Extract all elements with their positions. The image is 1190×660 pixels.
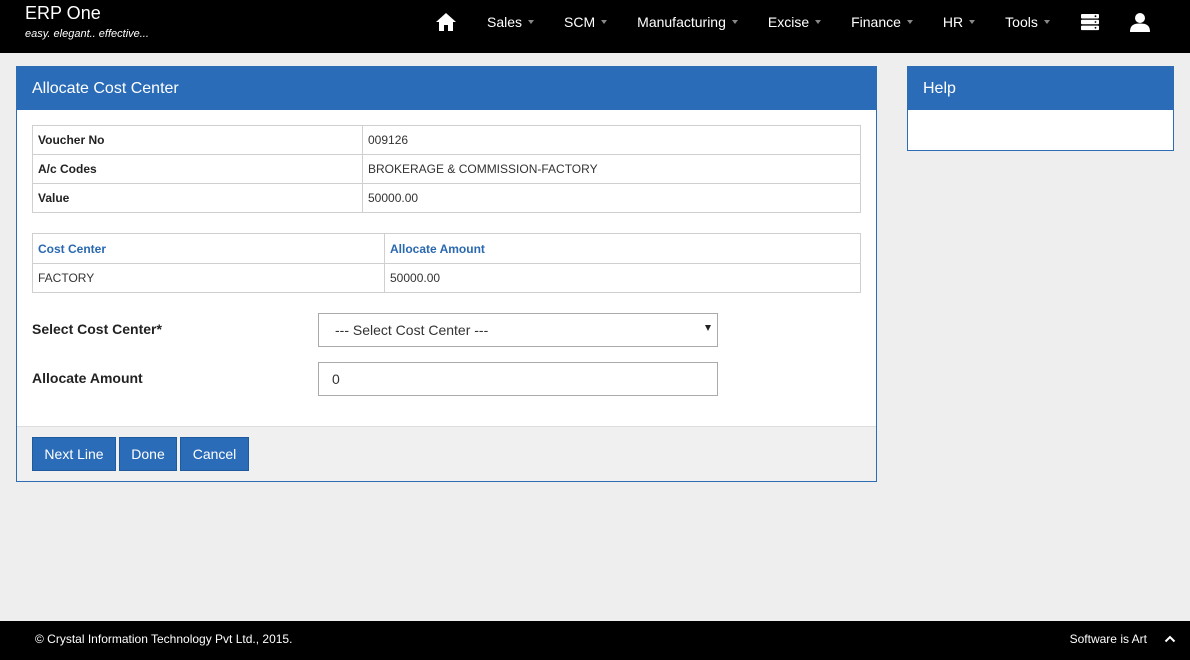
nav-scm[interactable]: SCM — [549, 0, 622, 44]
scroll-top-icon[interactable] — [1164, 633, 1176, 647]
panel-title: Allocate Cost Center — [17, 67, 876, 110]
nav-sales[interactable]: Sales — [472, 0, 549, 44]
brand-tagline: easy. elegant.. effective... — [25, 28, 149, 40]
caret-down-icon — [969, 20, 976, 24]
table-row: FACTORY 50000.00 — [32, 263, 861, 293]
table-row: Voucher No 009126 — [32, 125, 861, 155]
server-icon[interactable] — [1065, 0, 1115, 44]
main-nav: Sales SCM Manufacturing Excise Finance H… — [420, 0, 1165, 44]
home-icon[interactable] — [420, 0, 472, 44]
nav-tools-label: Tools — [1005, 14, 1038, 30]
motto-text: Software is Art — [1069, 632, 1147, 646]
nav-tools[interactable]: Tools — [990, 0, 1065, 44]
table-header-row: Cost Center Allocate Amount — [32, 233, 861, 264]
cancel-button[interactable]: Cancel — [180, 437, 249, 471]
allocation-table: Cost Center Allocate Amount FACTORY 5000… — [32, 233, 861, 293]
caret-down-icon — [906, 20, 913, 24]
table-row: A/c Codes BROKERAGE & COMMISSION-FACTORY — [32, 154, 861, 184]
brand[interactable]: ERP One easy. elegant.. effective... — [25, 3, 149, 40]
caret-down-icon — [815, 20, 822, 24]
cost-center-cell: FACTORY — [32, 263, 385, 293]
column-header-allocate-amount: Allocate Amount — [384, 233, 861, 264]
table-row: Value 50000.00 — [32, 183, 861, 213]
nav-manufacturing-label: Manufacturing — [637, 14, 726, 30]
cost-center-select-value: --- Select Cost Center --- — [335, 322, 489, 338]
nav-hr[interactable]: HR — [928, 0, 990, 44]
nav-finance-label: Finance — [851, 14, 901, 30]
caret-down-icon — [528, 20, 535, 24]
done-button[interactable]: Done — [119, 437, 177, 471]
next-line-button[interactable]: Next Line — [32, 437, 116, 471]
nav-finance[interactable]: Finance — [836, 0, 928, 44]
dropdown-arrow-icon — [705, 325, 711, 331]
user-icon[interactable] — [1115, 0, 1165, 44]
nav-sales-label: Sales — [487, 14, 523, 30]
nav-excise-label: Excise — [767, 14, 810, 30]
voucher-info-table: Voucher No 009126 A/c Codes BROKERAGE & … — [32, 125, 861, 213]
help-title: Help — [908, 67, 1173, 110]
voucher-no-value: 009126 — [362, 125, 861, 155]
nav-scm-label: SCM — [564, 14, 596, 30]
brand-name[interactable]: ERP One — [25, 3, 149, 23]
allocate-cost-center-panel: Allocate Cost Center Voucher No 009126 A… — [16, 66, 877, 482]
column-header-cost-center: Cost Center — [32, 233, 385, 264]
copyright-text: © Crystal Information Technology Pvt Ltd… — [35, 632, 293, 646]
caret-down-icon — [731, 20, 738, 24]
ac-codes-label: A/c Codes — [32, 154, 363, 184]
page-footer: © Crystal Information Technology Pvt Ltd… — [0, 621, 1190, 660]
nav-hr-label: HR — [942, 14, 964, 30]
allocate-amount-input[interactable] — [318, 362, 718, 396]
help-panel: Help — [907, 66, 1174, 151]
allocate-amount-cell: 50000.00 — [384, 263, 861, 293]
cost-center-row: Select Cost Center* --- Select Cost Cent… — [32, 313, 861, 362]
nav-manufacturing[interactable]: Manufacturing — [622, 0, 753, 44]
panel-footer: Next Line Done Cancel — [17, 426, 876, 481]
top-navbar: ERP One easy. elegant.. effective... Sal… — [0, 0, 1190, 53]
ac-codes-value: BROKERAGE & COMMISSION-FACTORY — [362, 154, 861, 184]
cost-center-label: Select Cost Center* — [32, 321, 162, 337]
value-value: 50000.00 — [362, 183, 861, 213]
cost-center-select[interactable]: --- Select Cost Center --- — [318, 313, 718, 347]
value-label: Value — [32, 183, 363, 213]
allocate-amount-row: Allocate Amount — [32, 362, 861, 411]
caret-down-icon — [601, 20, 608, 24]
nav-excise[interactable]: Excise — [753, 0, 836, 44]
allocate-amount-label: Allocate Amount — [32, 370, 143, 386]
voucher-no-label: Voucher No — [32, 125, 363, 155]
panel-body: Voucher No 009126 A/c Codes BROKERAGE & … — [17, 110, 876, 427]
caret-down-icon — [1043, 20, 1050, 24]
